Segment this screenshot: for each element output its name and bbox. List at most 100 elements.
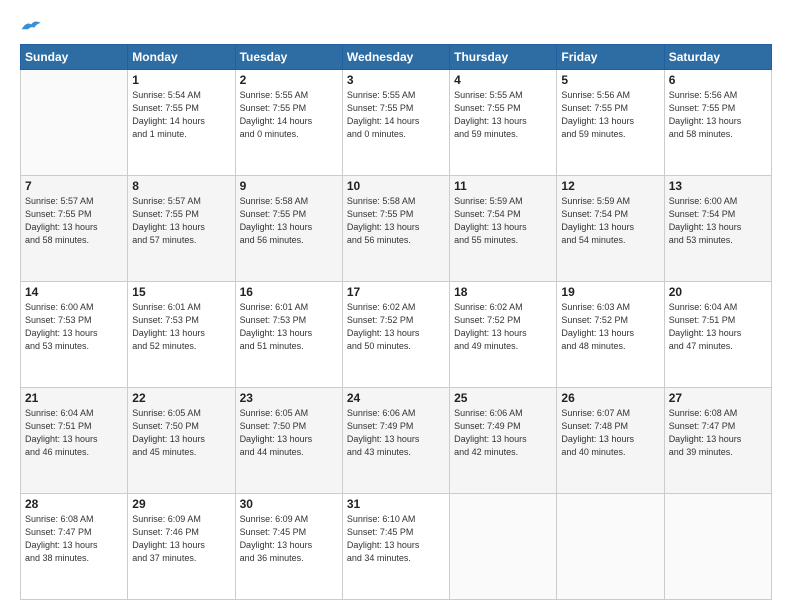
calendar-cell: 15 Sunrise: 6:01 AM Sunset: 7:53 PM Dayli… xyxy=(128,282,235,388)
calendar-cell: 17 Sunrise: 6:02 AM Sunset: 7:52 PM Dayli… xyxy=(342,282,449,388)
day-info: Sunrise: 6:02 AM Sunset: 7:52 PM Dayligh… xyxy=(347,301,445,353)
day-info: Sunrise: 6:10 AM Sunset: 7:45 PM Dayligh… xyxy=(347,513,445,565)
day-number: 9 xyxy=(240,179,338,193)
calendar-cell: 7Sunrise: 5:57 AM Sunset: 7:55 PM Daylig… xyxy=(21,176,128,282)
day-info: Sunrise: 5:59 AM Sunset: 7:54 PM Dayligh… xyxy=(454,195,552,247)
day-number: 3 xyxy=(347,73,445,87)
calendar-week-row: 28Sunrise: 6:08 AM Sunset: 7:47 PM Dayli… xyxy=(21,494,772,600)
calendar-cell: 11 Sunrise: 5:59 AM Sunset: 7:54 PM Dayli… xyxy=(450,176,557,282)
calendar-cell: 16 Sunrise: 6:01 AM Sunset: 7:53 PM Dayli… xyxy=(235,282,342,388)
day-number: 2 xyxy=(240,73,338,87)
day-info: Sunrise: 5:55 AM Sunset: 7:55 PM Dayligh… xyxy=(240,89,338,141)
weekday-header: Monday xyxy=(128,45,235,70)
page: SundayMondayTuesdayWednesdayThursdayFrid… xyxy=(0,0,792,612)
calendar-cell: 19 Sunrise: 6:03 AM Sunset: 7:52 PM Dayli… xyxy=(557,282,664,388)
day-number: 27 xyxy=(669,391,767,405)
calendar-week-row: 7 Sunrise: 5:57 AM Sunset: 7:55 PM Daylig… xyxy=(21,176,772,282)
day-number: 31 xyxy=(347,497,445,511)
day-number: 25 xyxy=(454,391,552,405)
calendar-cell: 18Sunrise: 6:02 AM Sunset: 7:52 PM Dayli… xyxy=(450,282,557,388)
day-info: Sunrise: 6:05 AM Sunset: 7:50 PM Dayligh… xyxy=(132,407,230,459)
day-number: 13 xyxy=(669,179,767,193)
day-info: Sunrise: 6:06 AM Sunset: 7:49 PM Dayligh… xyxy=(454,407,552,459)
day-number: 17 xyxy=(347,285,445,299)
day-number: 23 xyxy=(240,391,338,405)
day-info: Sunrise: 5:59 AM Sunset: 7:54 PM Dayligh… xyxy=(561,195,659,247)
calendar-cell: 12 Sunrise: 5:59 AM Sunset: 7:54 PM Dayli… xyxy=(557,176,664,282)
day-info: Sunrise: 6:00 AM Sunset: 7:54 PM Dayligh… xyxy=(669,195,767,247)
day-number: 7 xyxy=(25,179,123,193)
day-info: Sunrise: 6:01 AM Sunset: 7:53 PM Dayligh… xyxy=(240,301,338,353)
day-info: Sunrise: 5:56 AM Sunset: 7:55 PM Dayligh… xyxy=(561,89,659,141)
day-number: 12 xyxy=(561,179,659,193)
day-number: 5 xyxy=(561,73,659,87)
day-number: 16 xyxy=(240,285,338,299)
day-info: Sunrise: 6:04 AM Sunset: 7:51 PM Dayligh… xyxy=(669,301,767,353)
calendar-cell: 2 Sunrise: 5:55 AM Sunset: 7:55 PM Daylig… xyxy=(235,70,342,176)
day-info: Sunrise: 5:54 AM Sunset: 7:55 PM Dayligh… xyxy=(132,89,230,141)
day-number: 19 xyxy=(561,285,659,299)
calendar-cell: 13 Sunrise: 6:00 AM Sunset: 7:54 PM Dayli… xyxy=(664,176,771,282)
day-info: Sunrise: 5:57 AM Sunset: 7:55 PM Dayligh… xyxy=(132,195,230,247)
header xyxy=(20,18,772,34)
day-number: 6 xyxy=(669,73,767,87)
calendar-cell: 30 Sunrise: 6:09 AM Sunset: 7:45 PM Dayli… xyxy=(235,494,342,600)
day-number: 28 xyxy=(25,497,123,511)
day-info: Sunrise: 6:04 AM Sunset: 7:51 PM Dayligh… xyxy=(25,407,123,459)
day-number: 24 xyxy=(347,391,445,405)
weekday-header: Friday xyxy=(557,45,664,70)
calendar-cell: 1 Sunrise: 5:54 AM Sunset: 7:55 PM Daylig… xyxy=(128,70,235,176)
day-info: Sunrise: 6:07 AM Sunset: 7:48 PM Dayligh… xyxy=(561,407,659,459)
day-number: 10 xyxy=(347,179,445,193)
day-number: 1 xyxy=(132,73,230,87)
calendar-cell xyxy=(21,70,128,176)
day-info: Sunrise: 6:09 AM Sunset: 7:45 PM Dayligh… xyxy=(240,513,338,565)
calendar-cell: 6 Sunrise: 5:56 AM Sunset: 7:55 PM Daylig… xyxy=(664,70,771,176)
calendar-cell: 31 Sunrise: 6:10 AM Sunset: 7:45 PM Dayli… xyxy=(342,494,449,600)
weekday-header: Wednesday xyxy=(342,45,449,70)
day-number: 8 xyxy=(132,179,230,193)
day-info: Sunrise: 6:01 AM Sunset: 7:53 PM Dayligh… xyxy=(132,301,230,353)
day-info: Sunrise: 6:09 AM Sunset: 7:46 PM Dayligh… xyxy=(132,513,230,565)
day-number: 26 xyxy=(561,391,659,405)
day-info: Sunrise: 5:56 AM Sunset: 7:55 PM Dayligh… xyxy=(669,89,767,141)
day-info: Sunrise: 6:02 AM Sunset: 7:52 PM Dayligh… xyxy=(454,301,552,353)
day-number: 21 xyxy=(25,391,123,405)
calendar-cell: 21 Sunrise: 6:04 AM Sunset: 7:51 PM Dayli… xyxy=(21,388,128,494)
day-number: 11 xyxy=(454,179,552,193)
calendar-cell: 29 Sunrise: 6:09 AM Sunset: 7:46 PM Dayli… xyxy=(128,494,235,600)
calendar-header-row: SundayMondayTuesdayWednesdayThursdayFrid… xyxy=(21,45,772,70)
calendar-cell xyxy=(450,494,557,600)
day-info: Sunrise: 6:08 AM Sunset: 7:47 PM Dayligh… xyxy=(669,407,767,459)
day-number: 15 xyxy=(132,285,230,299)
calendar-cell: 25 Sunrise: 6:06 AM Sunset: 7:49 PM Dayli… xyxy=(450,388,557,494)
day-number: 14 xyxy=(25,285,123,299)
calendar-week-row: 21 Sunrise: 6:04 AM Sunset: 7:51 PM Dayli… xyxy=(21,388,772,494)
calendar-table: SundayMondayTuesdayWednesdayThursdayFrid… xyxy=(20,44,772,600)
day-info: Sunrise: 6:06 AM Sunset: 7:49 PM Dayligh… xyxy=(347,407,445,459)
day-number: 29 xyxy=(132,497,230,511)
day-info: Sunrise: 5:58 AM Sunset: 7:55 PM Dayligh… xyxy=(240,195,338,247)
calendar-cell: 24 Sunrise: 6:06 AM Sunset: 7:49 PM Dayli… xyxy=(342,388,449,494)
calendar-cell xyxy=(557,494,664,600)
calendar-cell: 26 Sunrise: 6:07 AM Sunset: 7:48 PM Dayli… xyxy=(557,388,664,494)
day-info: Sunrise: 6:03 AM Sunset: 7:52 PM Dayligh… xyxy=(561,301,659,353)
weekday-header: Thursday xyxy=(450,45,557,70)
calendar-cell: 8 Sunrise: 5:57 AM Sunset: 7:55 PM Daylig… xyxy=(128,176,235,282)
weekday-header: Saturday xyxy=(664,45,771,70)
weekday-header: Tuesday xyxy=(235,45,342,70)
day-number: 20 xyxy=(669,285,767,299)
calendar-cell: 20 Sunrise: 6:04 AM Sunset: 7:51 PM Dayli… xyxy=(664,282,771,388)
day-info: Sunrise: 6:00 AM Sunset: 7:53 PM Dayligh… xyxy=(25,301,123,353)
calendar-cell: 22Sunrise: 6:05 AM Sunset: 7:50 PM Dayli… xyxy=(128,388,235,494)
calendar-cell xyxy=(664,494,771,600)
calendar-cell: 3 Sunrise: 5:55 AM Sunset: 7:55 PM Daylig… xyxy=(342,70,449,176)
day-info: Sunrise: 5:55 AM Sunset: 7:55 PM Dayligh… xyxy=(347,89,445,141)
day-number: 4 xyxy=(454,73,552,87)
day-info: Sunrise: 5:58 AM Sunset: 7:55 PM Dayligh… xyxy=(347,195,445,247)
calendar-cell: 10 Sunrise: 5:58 AM Sunset: 7:55 PM Dayli… xyxy=(342,176,449,282)
logo-bird-icon xyxy=(20,18,44,34)
calendar-cell: 14 Sunrise: 6:00 AM Sunset: 7:53 PM Dayli… xyxy=(21,282,128,388)
calendar-week-row: 14 Sunrise: 6:00 AM Sunset: 7:53 PM Dayli… xyxy=(21,282,772,388)
day-number: 30 xyxy=(240,497,338,511)
